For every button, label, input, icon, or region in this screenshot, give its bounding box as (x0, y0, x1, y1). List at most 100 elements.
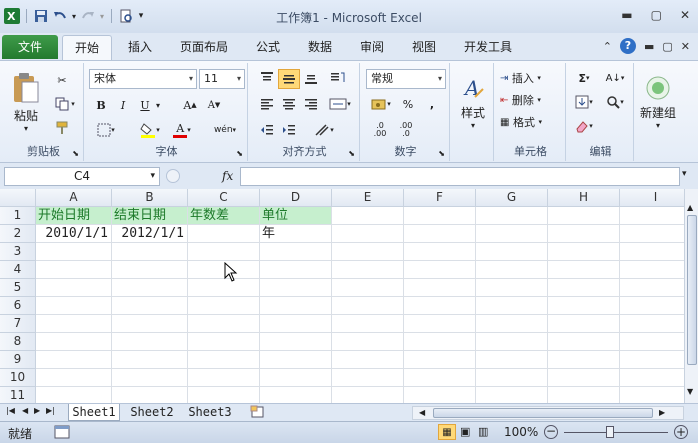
horizontal-scroll-thumb[interactable] (433, 408, 653, 418)
row-header[interactable]: 2 (0, 225, 36, 243)
select-all-corner[interactable] (0, 189, 36, 207)
fill-button[interactable]: ▾ (572, 93, 596, 111)
workbook-minimize-icon[interactable]: ▬ (644, 40, 654, 53)
name-box[interactable]: C4 ▾ (4, 167, 160, 186)
scroll-left-icon[interactable]: ◀ (419, 408, 425, 417)
new-group-button[interactable]: 新建组 ▾ (636, 67, 680, 137)
cut-icon[interactable]: ✂ (52, 71, 72, 89)
vertical-scroll-thumb[interactable] (687, 215, 697, 365)
increase-decimal-button[interactable]: .0 .00 (368, 121, 392, 139)
chevron-down-icon[interactable]: ▾ (150, 168, 155, 185)
row-header[interactable]: 7 (0, 315, 36, 333)
minimize-ribbon-icon[interactable]: ⌃ (603, 40, 612, 53)
page-layout-view-icon[interactable]: ▣ (460, 425, 470, 438)
comma-style-button[interactable]: , (424, 95, 440, 113)
zoom-slider-thumb[interactable] (606, 426, 614, 438)
column-header[interactable]: E (332, 189, 404, 207)
shrink-font-button[interactable]: A ▼ (204, 96, 224, 114)
column-header[interactable]: G (476, 189, 548, 207)
align-top-icon[interactable] (258, 69, 276, 87)
prev-sheet-icon[interactable]: ◀ (22, 406, 28, 415)
row-header[interactable]: 10 (0, 369, 36, 387)
align-right-icon[interactable] (302, 95, 320, 113)
align-center-icon[interactable] (280, 95, 298, 113)
number-launcher-icon[interactable]: ⬊ (438, 149, 445, 158)
first-sheet-icon[interactable]: |◀ (6, 406, 15, 415)
macro-record-icon[interactable] (54, 425, 70, 442)
zoom-in-icon[interactable]: + (674, 425, 688, 439)
cell-D1[interactable]: 单位 (260, 207, 332, 225)
row-header[interactable]: 9 (0, 351, 36, 369)
row-header[interactable]: 11 (0, 387, 36, 403)
next-sheet-icon[interactable]: ▶ (34, 406, 40, 415)
paste-dropdown-icon[interactable]: ▾ (24, 124, 28, 133)
column-header[interactable]: H (548, 189, 620, 207)
tab-formulas[interactable]: 公式 (244, 35, 292, 60)
help-icon[interactable]: ? (619, 38, 636, 54)
last-sheet-icon[interactable]: ▶| (46, 406, 55, 415)
clipboard-launcher-icon[interactable]: ⬊ (72, 149, 79, 158)
insert-function-icon[interactable]: fx (222, 169, 233, 183)
row-header[interactable]: 3 (0, 243, 36, 261)
wrap-text-icon[interactable]: ▾ (310, 121, 338, 139)
delete-cells-button[interactable]: ⇤ 删除 ▾ (500, 91, 562, 109)
paste-button[interactable]: 粘贴 ▾ (8, 67, 44, 137)
workbook-restore-icon[interactable]: ▢ (662, 40, 672, 53)
cell-D2[interactable]: 年 (260, 225, 332, 243)
horizontal-scrollbar[interactable]: ◀ ▶ (412, 406, 684, 420)
format-painter-icon[interactable] (52, 119, 72, 137)
cell-A1[interactable]: 开始日期 (36, 207, 112, 225)
sheet-tab-sheet1[interactable]: Sheet1 (68, 404, 120, 421)
font-size-select[interactable]: 11 ▾ (199, 69, 245, 89)
italic-button[interactable]: I (114, 96, 132, 114)
minimize-icon[interactable]: ▬ (621, 8, 632, 22)
styles-button[interactable]: A 样式 ▾ (456, 67, 490, 137)
find-select-button[interactable]: ▾ (602, 93, 628, 111)
sheet-tab-sheet2[interactable]: Sheet2 (126, 404, 178, 421)
tab-developer[interactable]: 开发工具 (454, 35, 522, 60)
column-header[interactable]: D (260, 189, 332, 207)
tab-view[interactable]: 视图 (400, 35, 448, 60)
insert-sheet-icon[interactable] (250, 405, 266, 422)
close-icon[interactable]: ✕ (680, 8, 690, 22)
percent-style-button[interactable]: % (400, 95, 416, 113)
font-color-button[interactable]: A ▾ (168, 121, 196, 139)
column-header[interactable]: I (620, 189, 684, 207)
tab-review[interactable]: 审阅 (348, 35, 396, 60)
accounting-format-icon[interactable]: ▾ (368, 95, 394, 113)
grow-font-button[interactable]: A ▲ (180, 96, 200, 114)
restore-icon[interactable]: ▢ (651, 8, 662, 22)
cell-B1[interactable]: 结束日期 (112, 207, 188, 225)
sort-filter-button[interactable]: A↓ ▾ (602, 69, 628, 87)
workbook-close-icon[interactable]: ✕ (681, 40, 690, 53)
increase-indent-icon[interactable] (280, 121, 298, 139)
insert-cells-button[interactable]: ⇥ 插入 ▾ (500, 69, 562, 87)
cell-B2[interactable]: 2012/1/1 (112, 225, 188, 243)
alignment-launcher-icon[interactable]: ⬊ (348, 149, 355, 158)
copy-icon[interactable]: ▾ (52, 95, 78, 113)
formula-bar-resize-handle[interactable] (166, 169, 180, 183)
expand-formula-bar-icon[interactable]: ▾ (682, 169, 687, 179)
zoom-out-icon[interactable]: − (544, 425, 558, 439)
bold-button[interactable]: B (92, 96, 110, 114)
tab-insert[interactable]: 插入 (116, 35, 164, 60)
format-cells-button[interactable]: ▦ 格式 ▾ (500, 113, 562, 131)
formula-input[interactable] (240, 167, 680, 186)
cell-A2[interactable]: 2010/1/1 (36, 225, 112, 243)
borders-button[interactable]: ▾ (92, 121, 120, 139)
merge-center-icon[interactable]: ▾ (326, 95, 354, 113)
align-middle-icon[interactable] (278, 69, 300, 89)
scroll-right-icon[interactable]: ▶ (659, 408, 665, 417)
vertical-scrollbar[interactable]: ▲ ▼ (684, 189, 698, 403)
row-header[interactable]: 8 (0, 333, 36, 351)
cell-C2[interactable] (188, 225, 260, 243)
worksheet-grid[interactable]: A B C D E F G H I 1 2 3 4 5 6 7 8 9 10 1… (0, 189, 684, 403)
row-header[interactable]: 5 (0, 279, 36, 297)
scroll-down-icon[interactable]: ▼ (687, 387, 693, 396)
number-format-select[interactable]: 常规 ▾ (366, 69, 446, 89)
text-orientation-icon[interactable] (326, 69, 350, 87)
zoom-level[interactable]: 100% (504, 425, 538, 439)
tab-data[interactable]: 数据 (296, 35, 344, 60)
align-bottom-icon[interactable] (302, 69, 320, 87)
phonetic-button[interactable]: wén ▾ (210, 121, 240, 139)
